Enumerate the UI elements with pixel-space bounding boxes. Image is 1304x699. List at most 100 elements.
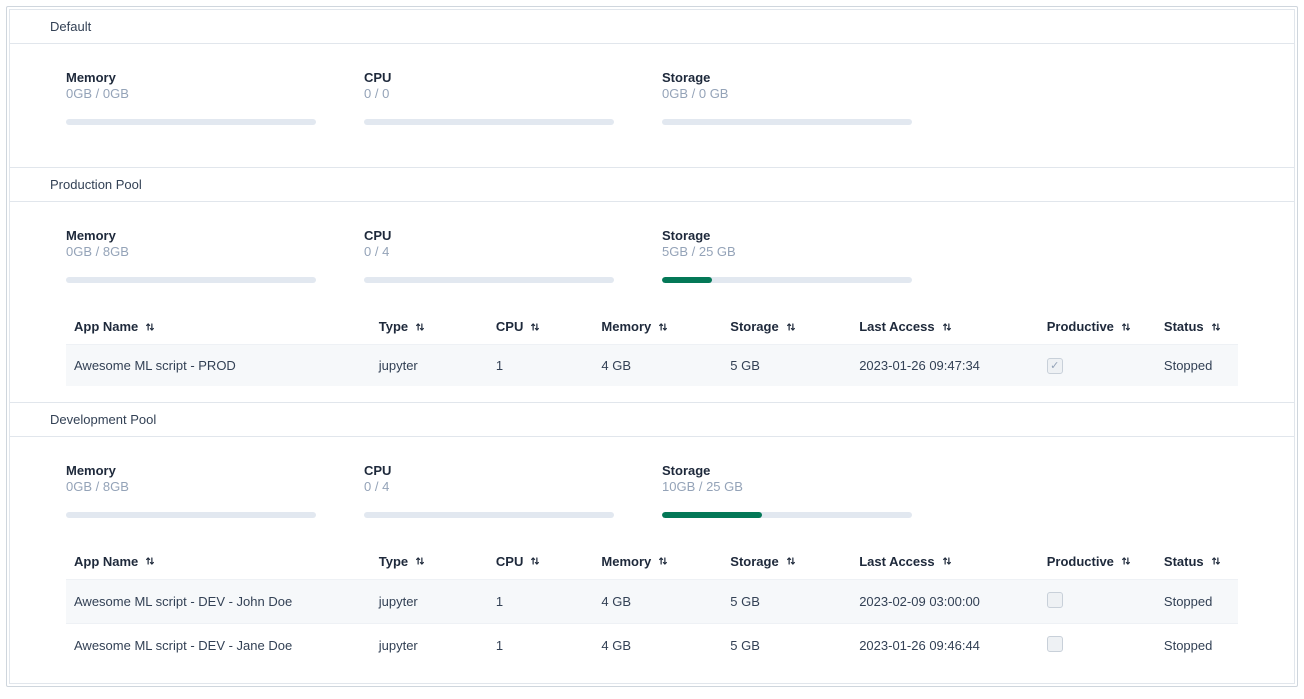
column-header-productive[interactable]: Productive — [1039, 309, 1156, 345]
table-row[interactable]: Awesome ML script - DEV - John Doejupyte… — [66, 579, 1238, 623]
metric-memory: Memory0GB / 0GB — [66, 70, 316, 125]
metric-label: Storage — [662, 228, 912, 243]
sort-icon[interactable] — [657, 555, 669, 567]
pool-title[interactable]: Development Pool — [10, 403, 1294, 437]
column-header-storage[interactable]: Storage — [722, 309, 851, 345]
metric-value: 0GB / 0 GB — [662, 86, 912, 101]
progress-bar — [662, 119, 912, 125]
metric-value: 10GB / 25 GB — [662, 479, 912, 494]
sort-icon[interactable] — [1210, 555, 1222, 567]
table-row[interactable]: Awesome ML script - PRODjupyter14 GB5 GB… — [66, 345, 1238, 386]
metric-label: CPU — [364, 70, 614, 85]
column-header-cpu[interactable]: CPU — [488, 544, 593, 580]
productive-checkbox[interactable] — [1047, 592, 1063, 608]
column-header-productive[interactable]: Productive — [1039, 544, 1156, 580]
cell-memory: 4 GB — [593, 345, 722, 386]
cell-productive — [1039, 345, 1156, 386]
sort-icon[interactable] — [414, 555, 426, 567]
cell-type: jupyter — [371, 345, 488, 386]
metric-cpu: CPU0 / 4 — [364, 228, 614, 283]
pool-section: Production PoolMemory0GB / 8GBCPU0 / 4St… — [9, 168, 1295, 403]
cell-type: jupyter — [371, 623, 488, 667]
progress-bar — [364, 512, 614, 518]
cell-last-access: 2023-02-09 03:00:00 — [851, 579, 1039, 623]
metric-value: 0GB / 8GB — [66, 244, 316, 259]
sort-icon[interactable] — [657, 321, 669, 333]
sort-icon[interactable] — [414, 321, 426, 333]
cell-productive — [1039, 623, 1156, 667]
metric-label: CPU — [364, 228, 614, 243]
sort-icon[interactable] — [529, 321, 541, 333]
metric-storage: Storage10GB / 25 GB — [662, 463, 912, 518]
column-header-cpu[interactable]: CPU — [488, 309, 593, 345]
cell-status: Stopped — [1156, 579, 1238, 623]
cell-memory: 4 GB — [593, 579, 722, 623]
metric-label: Memory — [66, 70, 316, 85]
sort-icon[interactable] — [785, 555, 797, 567]
column-header-status[interactable]: Status — [1156, 309, 1238, 345]
column-header-memory[interactable]: Memory — [593, 544, 722, 580]
progress-bar — [364, 277, 614, 283]
progress-bar — [66, 119, 316, 125]
sort-icon[interactable] — [144, 321, 156, 333]
metric-storage: Storage5GB / 25 GB — [662, 228, 912, 283]
pool-body: Memory0GB / 8GBCPU0 / 4Storage10GB / 25 … — [10, 437, 1294, 683]
sort-icon[interactable] — [529, 555, 541, 567]
metric-label: Storage — [662, 70, 912, 85]
progress-bar — [66, 512, 316, 518]
column-header-type[interactable]: Type — [371, 544, 488, 580]
column-header-app-name[interactable]: App Name — [66, 544, 371, 580]
metric-value: 0 / 4 — [364, 479, 614, 494]
sort-icon[interactable] — [1120, 555, 1132, 567]
pool-title[interactable]: Default — [10, 10, 1294, 44]
metrics-row: Memory0GB / 8GB CPU0 / 4 Storage10GB / 25 … — [66, 463, 1238, 518]
dashboard-panel: DefaultMemory0GB / 0GBCPU0 / 0Storage0GB… — [6, 6, 1298, 687]
sort-icon[interactable] — [941, 321, 953, 333]
metric-label: Memory — [66, 463, 316, 478]
metric-label: CPU — [364, 463, 614, 478]
sort-icon[interactable] — [1120, 321, 1132, 333]
column-header-type[interactable]: Type — [371, 309, 488, 345]
column-header-app-name[interactable]: App Name — [66, 309, 371, 345]
cell-storage: 5 GB — [722, 579, 851, 623]
cell-type: jupyter — [371, 579, 488, 623]
metric-value: 0 / 0 — [364, 86, 614, 101]
cell-memory: 4 GB — [593, 623, 722, 667]
cell-productive — [1039, 579, 1156, 623]
sort-icon[interactable] — [1210, 321, 1222, 333]
table-row[interactable]: Awesome ML script - DEV - Jane Doejupyte… — [66, 623, 1238, 667]
column-header-storage[interactable]: Storage — [722, 544, 851, 580]
cell-storage: 5 GB — [722, 345, 851, 386]
column-header-memory[interactable]: Memory — [593, 309, 722, 345]
metric-label: Storage — [662, 463, 912, 478]
metric-value: 0GB / 8GB — [66, 479, 316, 494]
cell-cpu: 1 — [488, 345, 593, 386]
progress-bar — [662, 277, 912, 283]
cell-cpu: 1 — [488, 623, 593, 667]
sort-icon[interactable] — [785, 321, 797, 333]
metric-memory: Memory0GB / 8GB — [66, 228, 316, 283]
productive-checkbox[interactable] — [1047, 636, 1063, 652]
cell-status: Stopped — [1156, 345, 1238, 386]
cell-storage: 5 GB — [722, 623, 851, 667]
cell-app-name: Awesome ML script - DEV - Jane Doe — [66, 623, 371, 667]
metric-value: 5GB / 25 GB — [662, 244, 912, 259]
pool-body: Memory0GB / 8GBCPU0 / 4Storage5GB / 25 G… — [10, 202, 1294, 402]
column-header-status[interactable]: Status — [1156, 544, 1238, 580]
sort-icon[interactable] — [941, 555, 953, 567]
metric-cpu: CPU0 / 0 — [364, 70, 614, 125]
pool-title[interactable]: Production Pool — [10, 168, 1294, 202]
metric-cpu: CPU0 / 4 — [364, 463, 614, 518]
metric-memory: Memory0GB / 8GB — [66, 463, 316, 518]
productive-checkbox[interactable] — [1047, 358, 1063, 374]
metrics-row: Memory0GB / 8GB CPU0 / 4 Storage5GB / 25 G… — [66, 228, 1238, 283]
cell-app-name: Awesome ML script - DEV - John Doe — [66, 579, 371, 623]
cell-last-access: 2023-01-26 09:46:44 — [851, 623, 1039, 667]
column-header-last-access[interactable]: Last Access — [851, 309, 1039, 345]
pool-body: Memory0GB / 0GB CPU0 / 0 Storage0GB / 0 GB — [10, 44, 1294, 167]
metric-value: 0GB / 0GB — [66, 86, 316, 101]
progress-bar — [662, 512, 912, 518]
metrics-row: Memory0GB / 0GB CPU0 / 0 Storage0GB / 0 GB — [66, 70, 1238, 125]
column-header-last-access[interactable]: Last Access — [851, 544, 1039, 580]
sort-icon[interactable] — [144, 555, 156, 567]
